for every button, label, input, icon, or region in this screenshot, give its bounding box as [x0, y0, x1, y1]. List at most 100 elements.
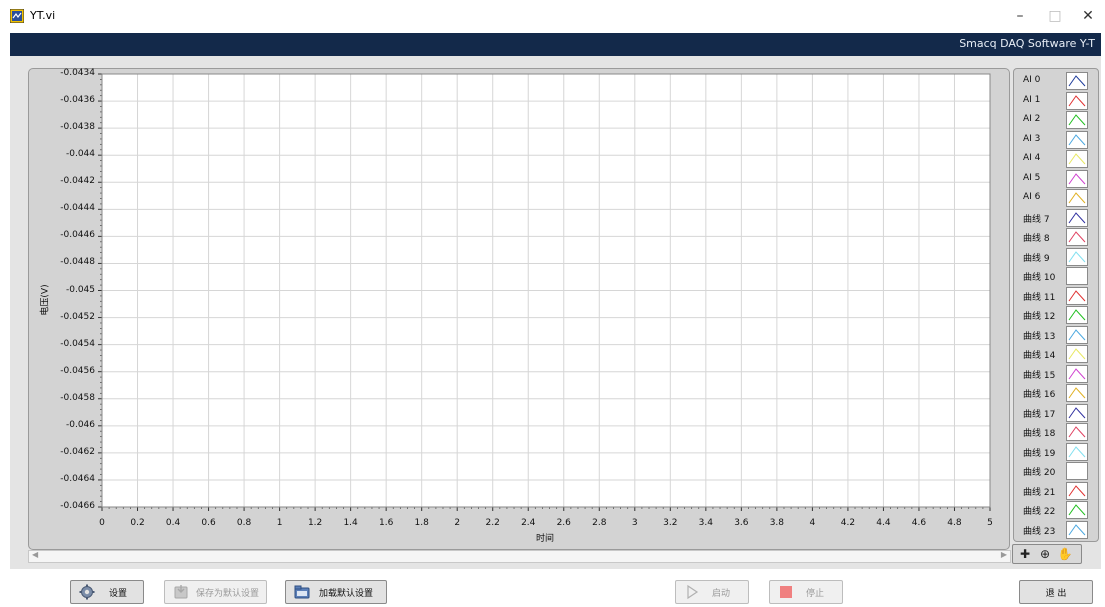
legend-item[interactable]: 曲线 16 [1014, 383, 1098, 403]
x-tick-label: 1.4 [343, 518, 358, 528]
y-axis-label: 电压(V) [40, 284, 51, 316]
x-tick-label: 4.4 [876, 518, 891, 528]
legend-item-label: AI 0 [1023, 75, 1041, 85]
legend-swatch-icon [1066, 520, 1088, 539]
legend-item[interactable]: AI 2 [1014, 110, 1098, 130]
legend-swatch-icon [1066, 462, 1088, 480]
x-tick-label: 3.8 [769, 518, 785, 528]
legend-item[interactable]: 曲线 17 [1014, 403, 1098, 423]
horizontal-scrollbar[interactable]: ◀ ▶ [28, 550, 1011, 563]
plot-area[interactable] [102, 74, 990, 507]
legend-item[interactable]: 曲线 8 [1014, 227, 1098, 247]
x-tick-label: 2 [454, 518, 461, 528]
app-banner: Smacq DAQ Software Y-T [10, 33, 1101, 56]
start-button[interactable]: 启动 [675, 580, 749, 604]
y-tick-label: -0.0438 [60, 122, 95, 133]
start-button-label: 启动 [712, 589, 731, 599]
close-button[interactable]: ✕ [1068, 2, 1105, 30]
x-tick-label: 1.2 [307, 518, 323, 528]
legend-item[interactable]: 曲线 21 [1014, 481, 1098, 501]
play-icon [687, 584, 699, 600]
legend-swatch-icon [1066, 364, 1088, 383]
zoom-icon[interactable]: ⊕ [1037, 546, 1053, 562]
load-default-button[interactable]: 加载默认设置 [285, 580, 387, 604]
legend-item-label: AI 5 [1023, 172, 1041, 183]
plot-legend: AI 0 AI 1 AI 2 AI 3 AI 4 AI 5 AI 6 曲线 7 曲线 8 曲线 9… [1013, 68, 1099, 542]
legend-item[interactable]: 曲线 20 [1014, 461, 1098, 481]
x-tick-label: 1.6 [378, 518, 394, 528]
x-tick-label: 1 [276, 518, 283, 528]
stop-button[interactable]: 停止 [769, 580, 843, 604]
gear-icon [79, 584, 95, 600]
legend-item-label: 曲线 18 [1023, 429, 1056, 439]
save-icon [174, 585, 188, 599]
legend-swatch-icon [1066, 150, 1088, 168]
legend-item[interactable]: 曲线 15 [1014, 364, 1098, 384]
legend-item-label: 曲线 8 [1023, 234, 1050, 244]
legend-item-label: AI 2 [1023, 114, 1041, 124]
folder-icon [294, 585, 310, 599]
save-default-button[interactable]: 保存为默认设置 [164, 580, 267, 604]
scroll-left-arrow[interactable]: ◀ [32, 550, 38, 559]
legend-item[interactable]: 曲线 9 [1014, 247, 1098, 267]
y-tick-label: -0.046 [65, 419, 95, 430]
legend-swatch-icon [1066, 72, 1088, 90]
window-titlebar: YT.vi – □ ✕ [0, 0, 1105, 32]
legend-swatch-icon [1066, 501, 1088, 519]
legend-item[interactable]: 曲线 14 [1014, 344, 1098, 364]
banner-title: Smacq DAQ Software Y-T [959, 37, 1095, 50]
legend-item[interactable]: AI 5 [1014, 169, 1098, 189]
y-tick-label: -0.0444 [60, 203, 95, 214]
legend-swatch-icon [1066, 247, 1088, 266]
stop-button-label: 停止 [806, 589, 825, 599]
graph-palette: ✚ ⊕ ✋ [1012, 544, 1082, 564]
legend-item[interactable]: AI 4 [1014, 149, 1098, 169]
legend-item[interactable]: 曲线 12 [1014, 305, 1098, 325]
legend-item-label: 曲线 20 [1023, 468, 1056, 478]
legend-item-label: 曲线 22 [1023, 507, 1056, 517]
minimize-button[interactable]: – [1000, 2, 1040, 30]
window-title: YT.vi [30, 9, 56, 22]
x-tick-label: 3.4 [698, 518, 713, 528]
x-tick-label: 1.8 [414, 518, 429, 528]
legend-item-label: 曲线 13 [1023, 331, 1056, 342]
x-tick-label: 2.2 [485, 518, 500, 528]
legend-item[interactable]: 曲线 22 [1014, 500, 1098, 520]
labview-vi-icon [10, 9, 24, 23]
legend-swatch-icon [1066, 189, 1088, 207]
legend-item-label: AI 1 [1023, 94, 1041, 105]
legend-item[interactable]: 曲线 11 [1014, 286, 1098, 306]
x-tick-label: 0 [99, 518, 105, 528]
legend-swatch-icon [1066, 325, 1088, 344]
scroll-right-arrow[interactable]: ▶ [1001, 550, 1007, 559]
legend-item[interactable]: 曲线 13 [1014, 325, 1098, 345]
legend-swatch-icon [1066, 403, 1088, 422]
legend-item[interactable]: 曲线 18 [1014, 422, 1098, 442]
x-tick-label: 3 [631, 518, 638, 528]
y-tick-label: -0.0464 [60, 473, 95, 484]
exit-button-label: 退 出 [1045, 589, 1067, 599]
x-tick-label: 3.6 [734, 518, 749, 528]
exit-button[interactable]: 退 出 [1019, 580, 1093, 604]
legend-item[interactable]: 曲线 10 [1014, 266, 1098, 286]
legend-item[interactable]: AI 1 [1014, 91, 1098, 111]
settings-button[interactable]: 设置 [70, 580, 144, 604]
legend-item[interactable]: AI 0 [1014, 71, 1098, 91]
crosshair-cursor-icon[interactable]: ✚ [1017, 546, 1033, 562]
x-axis-label: 时间 [536, 534, 555, 544]
x-tick-label: 4.2 [840, 518, 856, 528]
legend-item[interactable]: AI 3 [1014, 130, 1098, 150]
legend-swatch-icon [1066, 91, 1088, 110]
legend-item-label: 曲线 17 [1023, 409, 1056, 420]
legend-item[interactable]: 曲线 19 [1014, 442, 1098, 462]
x-tick-label: 0.8 [236, 518, 252, 528]
x-tick-label: 3.2 [663, 518, 678, 528]
legend-item[interactable]: 曲线 23 [1014, 520, 1098, 540]
legend-item-label: 曲线 9 [1023, 253, 1050, 264]
legend-item[interactable]: 曲线 7 [1014, 208, 1098, 228]
x-tick-label: 4.6 [911, 518, 927, 528]
legend-item-label: 曲线 14 [1023, 351, 1056, 361]
legend-item-label: AI 6 [1023, 192, 1041, 202]
pan-hand-icon[interactable]: ✋ [1057, 546, 1073, 562]
legend-item[interactable]: AI 6 [1014, 188, 1098, 208]
